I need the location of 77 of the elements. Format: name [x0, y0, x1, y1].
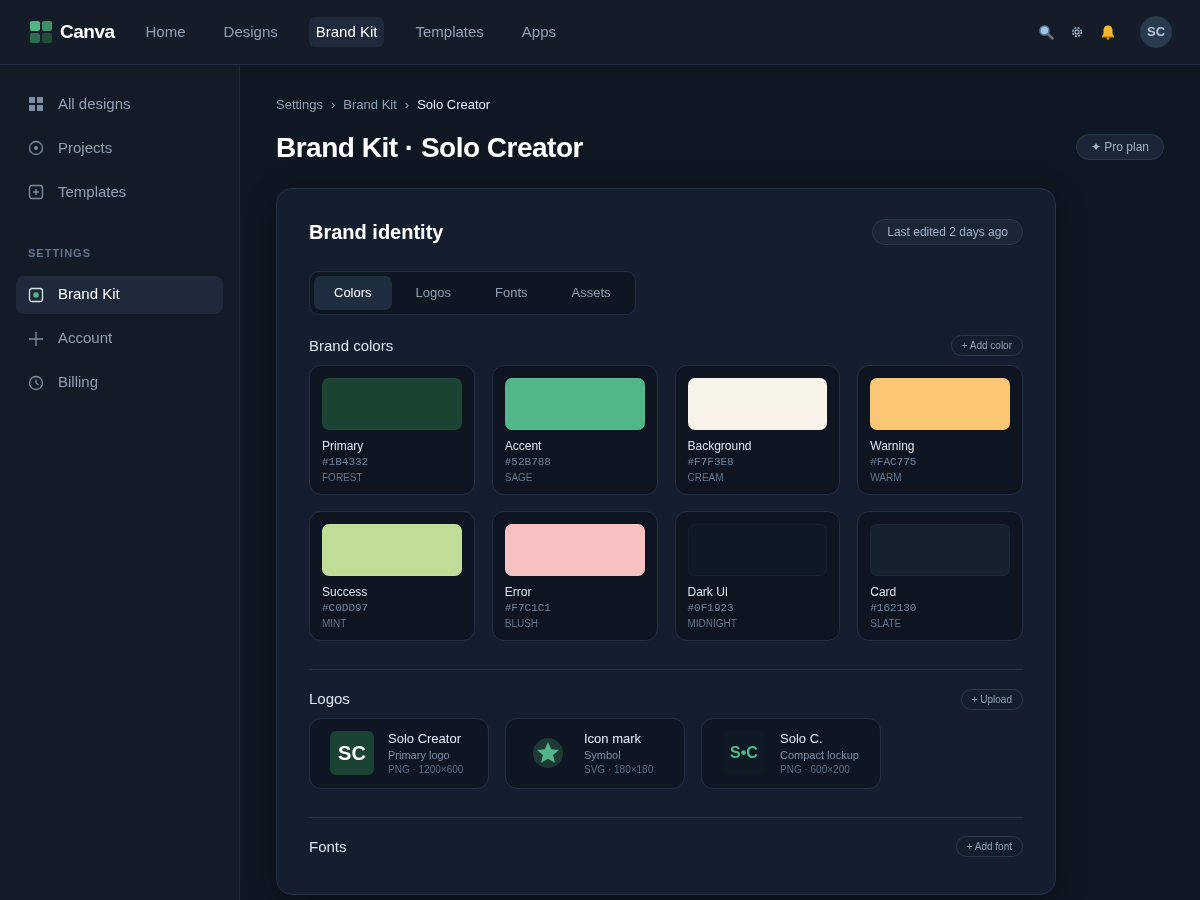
color-name: Error — [504, 585, 533, 601]
section-label: SETTINGS — [28, 246, 92, 261]
sidebar-item[interactable]: Brand Kit — [16, 275, 223, 314]
color-name: Success — [322, 585, 369, 601]
tab[interactable]: Colors — [314, 276, 392, 310]
color-tag: BLUSH — [504, 616, 645, 630]
grid-icon — [28, 96, 44, 112]
nav-link[interactable]: Designs — [216, 16, 285, 48]
color-name: Card — [870, 585, 898, 601]
logo-role: Compact lockup — [780, 748, 859, 763]
bell-icon[interactable] — [1100, 24, 1116, 40]
color-name: Warning — [870, 439, 916, 455]
breadcrumb-link[interactable]: Settings — [276, 95, 323, 115]
logo-meta: PNG · 1200×600 — [388, 762, 464, 776]
logo-icon — [30, 21, 52, 43]
edited-badge: Last edited 2 days ago — [872, 219, 1023, 246]
nav-link[interactable]: Brand Kit — [308, 16, 385, 48]
upload-button[interactable]: + Upload — [960, 688, 1023, 710]
breadcrumb-separator: › — [404, 96, 410, 114]
sidebar-item[interactable]: Projects — [16, 129, 223, 167]
color-tag: SAGE — [504, 471, 645, 484]
color-name: Primary — [322, 439, 365, 455]
color-hex: #C0DD97 — [322, 600, 370, 615]
logo-name: Solo C. — [780, 731, 824, 749]
color-hex: #52B788 — [504, 454, 552, 469]
tab[interactable]: Logos — [395, 276, 471, 310]
search-icon[interactable] — [1038, 24, 1054, 40]
brand-name: Canva — [60, 19, 115, 44]
logo-meta: PNG · 600×200 — [780, 762, 851, 776]
color-hex: #1B4332 — [322, 454, 370, 469]
plus-icon — [28, 330, 44, 347]
sidebar-item[interactable]: Account — [16, 319, 223, 358]
plan-badge: ✦ Pro plan — [1075, 134, 1164, 161]
color-tag: SLATE — [870, 616, 1010, 630]
color-name: Dark UI — [687, 585, 730, 601]
logo-role: Symbol — [584, 748, 622, 763]
color-hex: #FAC775 — [870, 454, 918, 469]
sidebar-item[interactable]: All designs — [16, 85, 223, 123]
color-hex: #162130 — [870, 600, 918, 615]
sidebar-item[interactable]: Billing — [16, 363, 223, 402]
color-hex: #F7C1C1 — [504, 600, 552, 615]
logo-meta: SVG · 180×180 — [584, 762, 654, 776]
nav-link[interactable]: Home — [138, 16, 193, 48]
avatar[interactable]: SC — [1140, 16, 1172, 48]
breadcrumb-current: Solo Creator — [417, 96, 491, 114]
nav-link[interactable]: Templates — [408, 16, 491, 48]
brand-kit-icon — [28, 286, 44, 303]
tab[interactable]: Assets — [551, 276, 631, 310]
color-tag: CREAM — [687, 471, 828, 484]
breadcrumb-separator: › — [331, 96, 336, 114]
section-heading: Logos — [309, 688, 350, 709]
color-name: Accent — [504, 439, 543, 455]
color-tag: FOREST — [322, 471, 462, 484]
color-hex: #0F1923 — [687, 600, 735, 615]
logo-role: Primary logo — [388, 748, 451, 763]
color-hex: #F7F3E8 — [687, 454, 735, 469]
nav-link[interactable]: Apps — [514, 16, 564, 48]
color-tag: WARM — [870, 471, 1010, 484]
section-heading: Fonts — [309, 836, 347, 857]
card-title: Brand identity — [309, 220, 444, 246]
plus-square-icon — [28, 184, 44, 200]
color-name: Background — [687, 439, 753, 455]
add-font-button[interactable]: + Add font — [955, 836, 1023, 858]
add-color-button[interactable]: + Add color — [950, 335, 1023, 357]
target-icon — [28, 140, 44, 156]
logo-mark: SC — [330, 731, 374, 776]
sidebar-item[interactable]: Templates — [16, 173, 223, 211]
color-tag: MIDNIGHT — [687, 616, 828, 630]
color-tag: MINT — [322, 616, 462, 630]
section-heading: Brand colors — [309, 335, 394, 356]
breadcrumb-link[interactable]: Brand Kit — [343, 95, 397, 115]
logo-name: Solo Creator — [388, 731, 462, 749]
tab[interactable]: Fonts — [475, 276, 548, 310]
settings-icon[interactable] — [1070, 25, 1084, 39]
clock-icon — [28, 374, 44, 391]
logo-name: Icon mark — [584, 731, 643, 749]
page-title: Brand Kit · Solo Creator — [276, 130, 583, 165]
